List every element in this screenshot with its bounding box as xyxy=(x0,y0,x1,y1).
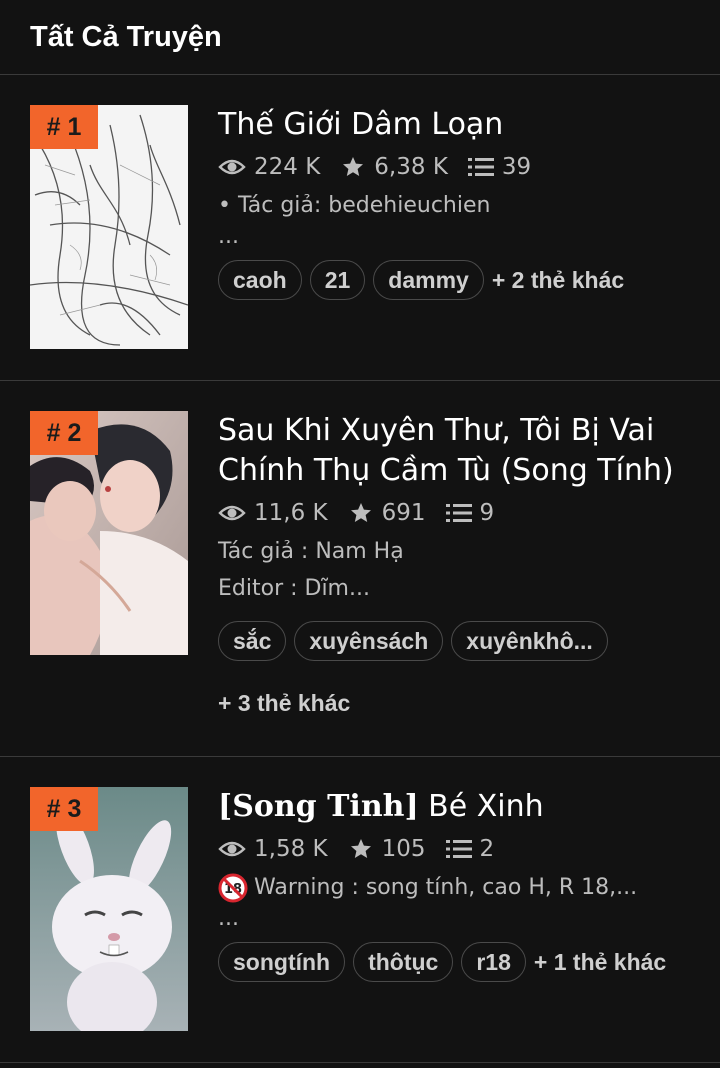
tag-list: sắc xuyênsách xuyênkhô... + 3 thẻ khác xyxy=(218,621,700,723)
story-title[interactable]: Sau Khi Xuyên Thư, Tôi Bị Vai Chính Thụ … xyxy=(218,411,700,491)
description-line: 18 Warning : song tính, cao H, R 18,... xyxy=(218,869,700,906)
list-icon xyxy=(445,504,472,522)
tag-list: songtính thôtục r18 + 1 thẻ khác xyxy=(218,942,700,982)
story-info: Sau Khi Xuyên Thư, Tôi Bị Vai Chính Thụ … xyxy=(218,411,700,723)
description-line: ... xyxy=(218,906,239,931)
story-info: Thế Giới Dâm Loạn 224 K 6,38 K 39 • Tác … xyxy=(218,105,700,300)
story-cover[interactable]: # 2 xyxy=(30,411,188,655)
tag[interactable]: dammy xyxy=(373,260,484,300)
eye-icon xyxy=(218,159,246,175)
title-bracket: [Song Tinh] xyxy=(218,789,419,824)
stars-count: 105 xyxy=(381,836,426,862)
tag[interactable]: thôtục xyxy=(353,942,454,982)
views-stat: 1,58 K xyxy=(218,836,328,862)
chapters-stat: 39 xyxy=(467,154,532,180)
stars-count: 6,38 K xyxy=(374,154,448,180)
tag[interactable]: sắc xyxy=(218,621,287,661)
description-line: ... xyxy=(218,224,239,249)
story-item[interactable]: # 3 [Song Tinh] Bé Xinh 1,58 K 105 2 War… xyxy=(0,757,720,1063)
tag[interactable]: r18 xyxy=(461,942,526,982)
description-line: • Tác giả: bedehieuchien xyxy=(218,193,491,218)
star-icon xyxy=(350,503,371,522)
page-header: Tất Cả Truyện xyxy=(0,0,720,75)
views-count: 224 K xyxy=(254,154,321,180)
stars-stat: 6,38 K xyxy=(340,154,448,180)
more-tags[interactable]: + 1 thẻ khác xyxy=(534,942,666,982)
story-description: 18 Warning : song tính, cao H, R 18,... … xyxy=(218,869,700,932)
views-stat: 11,6 K xyxy=(218,500,328,526)
stars-count: 691 xyxy=(381,500,426,526)
tag[interactable]: songtính xyxy=(218,942,346,982)
tag[interactable]: caoh xyxy=(218,260,302,300)
story-stats: 11,6 K 691 9 xyxy=(218,493,700,533)
more-tags[interactable]: + 3 thẻ khác xyxy=(218,683,350,723)
description-line: Tác giả : Nam Hạ xyxy=(218,539,404,564)
chapters-count: 9 xyxy=(479,500,495,526)
list-icon xyxy=(467,158,494,176)
page-title: Tất Cả Truyện xyxy=(30,20,222,53)
story-item[interactable]: # 2 Sau Khi Xuyên Thư, Tôi Bị Vai Chính … xyxy=(0,381,720,757)
tag[interactable]: xuyênkhô... xyxy=(451,621,608,661)
description-line: Editor : Dĩm... xyxy=(218,576,370,601)
stars-stat: 105 xyxy=(348,836,426,862)
story-info: [Song Tinh] Bé Xinh 1,58 K 105 2 Warning… xyxy=(218,787,700,982)
story-stats: 1,58 K 105 2 xyxy=(218,829,700,869)
chapters-count: 39 xyxy=(501,154,532,180)
story-description: Tác giả : Nam Hạ Editor : Dĩm... xyxy=(218,533,700,607)
eye-icon xyxy=(218,841,246,857)
views-stat: 224 K xyxy=(218,154,320,180)
story-title[interactable]: Thế Giới Dâm Loạn xyxy=(218,105,700,145)
story-stats: 224 K 6,38 K 39 xyxy=(218,147,700,187)
story-item[interactable]: # 1 Thế Giới Dâm Loạn 224 K 6,38 K 39 • … xyxy=(0,75,720,381)
rank-badge: # 2 xyxy=(30,411,98,455)
title-rest: Bé Xinh xyxy=(418,789,544,824)
stars-stat: 691 xyxy=(348,500,426,526)
eye-icon xyxy=(218,505,246,521)
more-tags[interactable]: + 2 thẻ khác xyxy=(492,260,624,300)
story-cover[interactable]: # 1 xyxy=(30,105,188,349)
tag-list: caoh 21 dammy + 2 thẻ khác xyxy=(218,260,700,300)
star-icon xyxy=(350,839,371,858)
warning-text: Warning : song tính, cao H, R 18,... xyxy=(254,875,638,900)
list-icon xyxy=(445,840,472,858)
story-description: • Tác giả: bedehieuchien ... xyxy=(218,187,700,250)
story-cover[interactable]: # 3 xyxy=(30,787,188,1031)
views-count: 1,58 K xyxy=(254,836,328,862)
chapters-stat: 2 xyxy=(445,836,495,862)
star-icon xyxy=(343,157,364,176)
story-title[interactable]: [Song Tinh] Bé Xinh xyxy=(218,787,700,827)
rank-badge: # 3 xyxy=(30,787,98,831)
tag[interactable]: xuyênsách xyxy=(294,621,444,661)
chapters-count: 2 xyxy=(479,836,495,862)
chapters-stat: 9 xyxy=(445,500,495,526)
rank-badge: # 1 xyxy=(30,105,98,149)
tag[interactable]: 21 xyxy=(309,260,366,300)
no-under-18-icon: 18 xyxy=(218,873,248,903)
views-count: 11,6 K xyxy=(254,500,328,526)
